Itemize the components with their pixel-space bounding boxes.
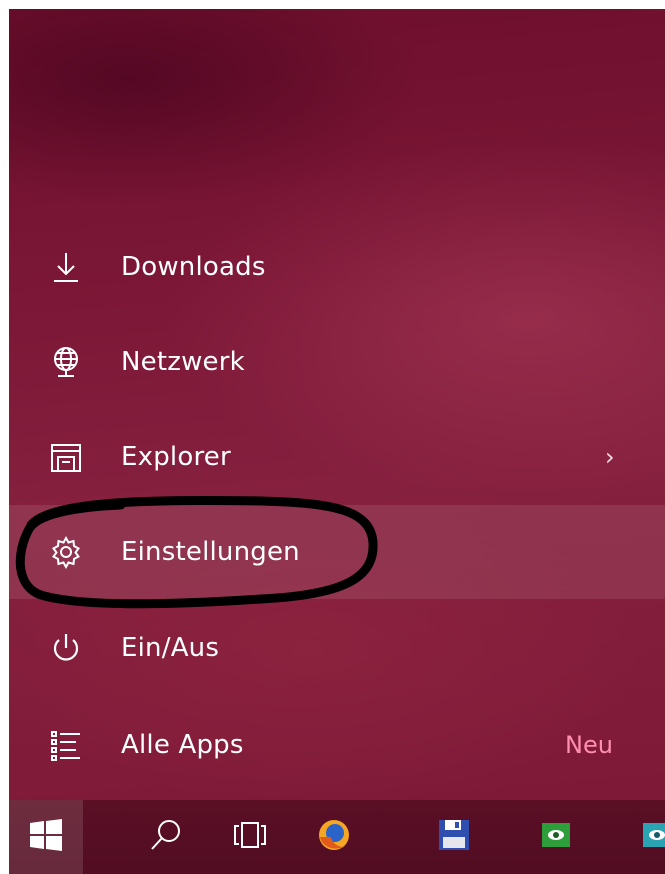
start-button[interactable] bbox=[9, 800, 83, 874]
menu-item-downloads[interactable]: Downloads bbox=[9, 224, 665, 310]
menu-item-explorer[interactable]: Explorer › bbox=[9, 414, 665, 500]
save-app-button[interactable] bbox=[417, 800, 491, 874]
submenu-chevron-icon[interactable]: › bbox=[605, 443, 615, 471]
floppy-save-icon bbox=[436, 817, 472, 857]
task-view-icon bbox=[232, 817, 268, 857]
taskbar bbox=[9, 800, 665, 874]
start-menu: Downloads Netzwerk Explorer › Einstellun… bbox=[9, 9, 665, 800]
new-badge: Neu bbox=[565, 731, 613, 759]
green-app-icon bbox=[538, 817, 574, 857]
power-icon bbox=[49, 631, 83, 665]
task-view-button[interactable] bbox=[213, 800, 287, 874]
screen: Downloads Netzwerk Explorer › Einstellun… bbox=[0, 0, 665, 874]
search-icon bbox=[148, 817, 184, 857]
menu-item-einstellungen[interactable]: Einstellungen bbox=[9, 505, 665, 599]
menu-item-label: Ein/Aus bbox=[121, 633, 220, 663]
search-button[interactable] bbox=[129, 800, 203, 874]
menu-item-netzwerk[interactable]: Netzwerk bbox=[9, 319, 665, 405]
download-icon bbox=[49, 250, 83, 284]
teal-app-icon bbox=[639, 817, 665, 857]
network-icon bbox=[49, 345, 83, 379]
menu-item-ein-aus[interactable]: Ein/Aus bbox=[9, 605, 665, 691]
file-explorer-icon bbox=[49, 440, 83, 474]
menu-item-label: Explorer bbox=[121, 442, 231, 472]
menu-item-label: Alle Apps bbox=[121, 730, 244, 760]
menu-item-label: Netzwerk bbox=[121, 347, 245, 377]
teal-app-button[interactable] bbox=[619, 800, 665, 874]
green-app-button[interactable] bbox=[519, 800, 593, 874]
all-apps-list-icon bbox=[49, 728, 83, 762]
menu-item-alle-apps[interactable]: Alle Apps Neu bbox=[9, 702, 665, 788]
menu-item-label: Einstellungen bbox=[121, 537, 300, 567]
windows-start-icon bbox=[28, 817, 64, 857]
menu-item-label: Downloads bbox=[121, 252, 266, 282]
firefox-button[interactable] bbox=[297, 800, 371, 874]
settings-gear-icon bbox=[49, 535, 83, 569]
firefox-icon bbox=[316, 817, 352, 857]
